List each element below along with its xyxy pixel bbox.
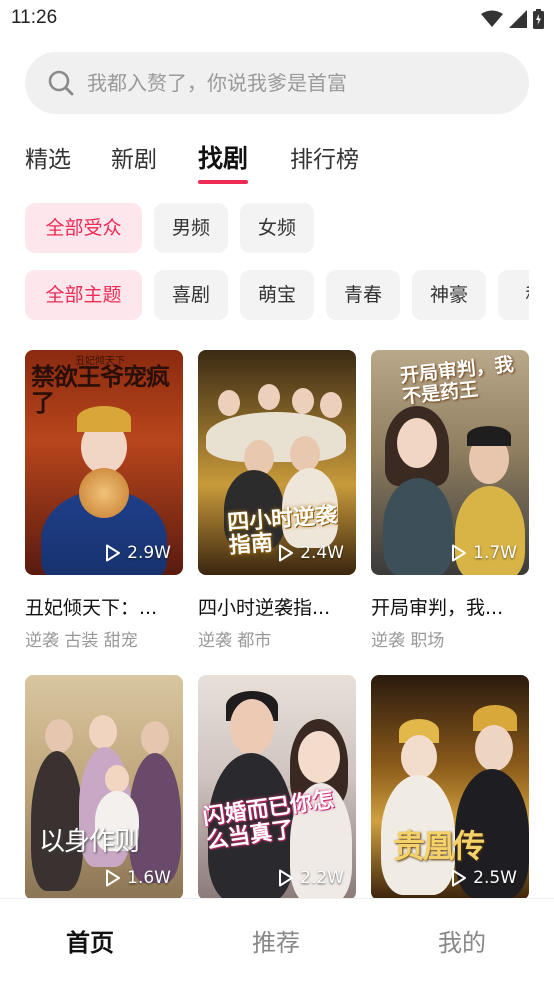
play-count-value: 1.6W: [127, 868, 171, 888]
poster-figure: [45, 719, 73, 753]
poster-figure: [320, 392, 342, 418]
poster-group: [206, 412, 346, 462]
tab-new[interactable]: 新剧: [111, 140, 157, 174]
play-count: 2.5W: [451, 868, 517, 888]
drama-title[interactable]: 丑妃倾天下：...: [25, 593, 183, 620]
play-count-value: 2.4W: [300, 543, 344, 563]
play-icon: [106, 544, 121, 562]
poster-figure: [298, 731, 340, 783]
play-count-value: 2.9W: [127, 543, 171, 563]
drama-tags: 逆袭 古装 甜宠: [25, 631, 138, 651]
play-count-value: 2.5W: [473, 868, 517, 888]
filter-all-audience[interactable]: 全部受众: [25, 203, 142, 253]
status-time: 11:26: [11, 7, 58, 28]
poster-figure: [290, 436, 320, 472]
play-icon: [279, 544, 294, 562]
play-count: 1.6W: [105, 868, 171, 888]
theme-filter-row: 全部主题 喜剧 萌宝 青春 神豪 科: [25, 270, 529, 320]
poster-hair: [467, 426, 511, 446]
tab-featured[interactable]: 精选: [25, 140, 71, 174]
poster-title-art: 禁欲王爷宠疯了: [31, 362, 170, 418]
audience-filter-row: 全部受众 男频 女频: [25, 203, 529, 253]
play-count: 2.9W: [105, 543, 171, 563]
wifi-icon: [481, 10, 503, 27]
tab-ranking[interactable]: 排行榜: [290, 140, 359, 174]
nav-profile[interactable]: 我的: [438, 923, 486, 958]
play-icon: [452, 544, 467, 562]
search-input[interactable]: [87, 52, 507, 114]
battery-icon: [533, 9, 544, 29]
drama-poster[interactable]: 禁欲王爷宠疯了 丑妃倾天下 2.9W: [25, 350, 183, 575]
play-icon: [452, 869, 467, 887]
status-bar: 11:26: [0, 0, 554, 40]
play-count-value: 2.2W: [300, 868, 344, 888]
poster-title-art: 开局审判，我不是药王: [399, 353, 515, 409]
filter-tycoon[interactable]: 神豪: [412, 270, 486, 320]
poster-figure: [401, 735, 437, 779]
filter-youth[interactable]: 青春: [326, 270, 400, 320]
drama-title[interactable]: 四小时逆袭指...: [198, 593, 356, 620]
poster-subtitle-art: 丑妃倾天下: [75, 356, 125, 367]
poster-figure: [218, 390, 240, 416]
status-icons: [481, 9, 544, 29]
drama-poster[interactable]: 四小时逆袭指南 2.4W: [198, 350, 356, 575]
drama-tags: 逆袭 都市: [198, 631, 272, 651]
filter-comedy[interactable]: 喜剧: [154, 270, 228, 320]
drama-poster[interactable]: 贵凰传 2.5W: [371, 675, 529, 900]
poster-title-art: 以身作则: [39, 827, 140, 857]
signal-icon: [509, 10, 527, 28]
poster-title-art: 贵凰传: [393, 827, 485, 865]
drama-poster[interactable]: 闪婚而已你怎么当真了 2.2W: [198, 675, 356, 900]
poster-figure: [230, 699, 274, 755]
poster-figure: [258, 384, 280, 410]
poster-figure: [292, 388, 314, 414]
poster-figure-body: [383, 478, 453, 575]
poster-child: [105, 765, 129, 793]
poster-figure: [141, 721, 169, 755]
poster-fan: [79, 468, 129, 518]
nav-recommend[interactable]: 推荐: [252, 923, 300, 958]
filter-male[interactable]: 男频: [154, 203, 228, 253]
bottom-nav: 首页 推荐 我的: [0, 898, 554, 984]
play-count: 2.2W: [278, 868, 344, 888]
play-count: 2.4W: [278, 543, 344, 563]
filter-female[interactable]: 女频: [240, 203, 314, 253]
play-icon: [106, 869, 121, 887]
play-icon: [279, 869, 294, 887]
filter-cute-baby[interactable]: 萌宝: [240, 270, 314, 320]
tab-find[interactable]: 找剧: [198, 139, 249, 184]
active-tab-indicator: [198, 180, 249, 184]
filter-all-themes[interactable]: 全部主题: [25, 270, 142, 320]
search-icon: [48, 70, 74, 96]
poster-figure: [89, 715, 117, 749]
filter-sci[interactable]: 科: [498, 270, 529, 320]
poster-face: [397, 418, 437, 468]
play-count: 1.7W: [451, 543, 517, 563]
drama-title[interactable]: 开局审判，我...: [371, 593, 529, 620]
drama-tags: 逆袭 职场: [371, 631, 445, 651]
drama-poster[interactable]: 以身作则 1.6W: [25, 675, 183, 900]
nav-home[interactable]: 首页: [66, 923, 114, 958]
play-count-value: 1.7W: [473, 543, 517, 563]
search-bar[interactable]: [25, 52, 529, 114]
poster-figure: [475, 725, 513, 771]
category-tabs: 精选 新剧 找剧 排行榜: [25, 140, 529, 184]
drama-poster[interactable]: 开局审判，我不是药王 1.7W: [371, 350, 529, 575]
